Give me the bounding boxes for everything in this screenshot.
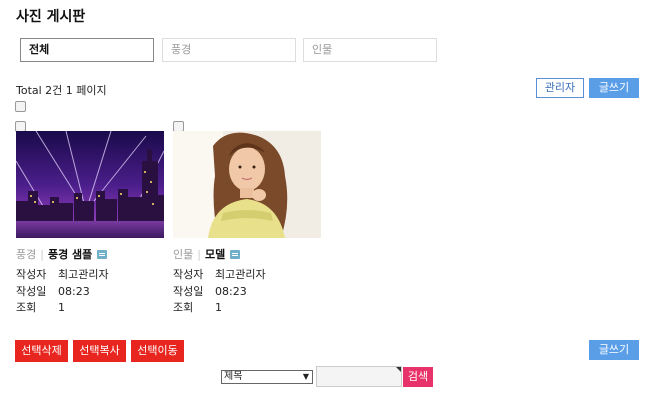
search-field-value: 제목	[224, 371, 243, 382]
page-title: 사진 게시판	[16, 9, 86, 25]
comment-icon	[97, 250, 108, 259]
post-date-row: 작성일 08:23	[16, 285, 90, 298]
move-selected-button[interactable]: 선택이동	[131, 340, 184, 362]
post-author-row: 작성자 최고관리자	[173, 268, 266, 281]
post-date: 08:23	[215, 285, 247, 298]
post-hits-row: 조회 1	[16, 301, 65, 314]
post-author-row: 작성자 최고관리자	[16, 268, 109, 281]
post-author: 최고관리자	[58, 268, 109, 281]
write-button-top[interactable]: 글쓰기	[589, 78, 639, 98]
comment-icon	[230, 250, 241, 259]
delete-selected-button[interactable]: 선택삭제	[15, 340, 68, 362]
post-title-line: 풍경 | 풍경 샘플	[16, 246, 108, 262]
search-button[interactable]: 검색	[403, 367, 433, 387]
post-author: 최고관리자	[215, 268, 266, 281]
post-subject[interactable]: 모델	[205, 248, 225, 261]
copy-selected-button[interactable]: 선택복사	[73, 340, 126, 362]
admin-button[interactable]: 관리자	[536, 78, 584, 98]
search-field-select[interactable]: 제목 ▼	[221, 370, 313, 384]
model-portrait-image	[173, 131, 321, 238]
write-button-bottom[interactable]: 글쓰기	[589, 340, 639, 360]
post-hits-row: 조회 1	[173, 301, 222, 314]
category-tab-people[interactable]: 인물	[303, 38, 437, 62]
category-tab-landscape[interactable]: 풍경	[162, 38, 296, 62]
post-date: 08:23	[58, 285, 90, 298]
category-tab-all[interactable]: 전체	[20, 38, 154, 62]
post-hits: 1	[215, 301, 222, 314]
post-date-row: 작성일 08:23	[173, 285, 247, 298]
total-count: Total 2건 1 페이지	[16, 84, 107, 97]
post-category[interactable]: 풍경	[16, 248, 36, 261]
city-night-image	[16, 131, 164, 238]
post-thumbnail-people[interactable]	[173, 131, 321, 238]
post-subject[interactable]: 풍경 샘플	[48, 248, 92, 261]
dropdown-arrow-icon: ▼	[302, 372, 309, 381]
search-input[interactable]	[316, 366, 402, 387]
post-title-line: 인물 | 모델	[173, 246, 241, 262]
post-category[interactable]: 인물	[173, 248, 193, 261]
post-hits: 1	[58, 301, 65, 314]
select-all-checkbox[interactable]	[15, 101, 26, 112]
post-thumbnail-landscape[interactable]	[16, 131, 164, 238]
